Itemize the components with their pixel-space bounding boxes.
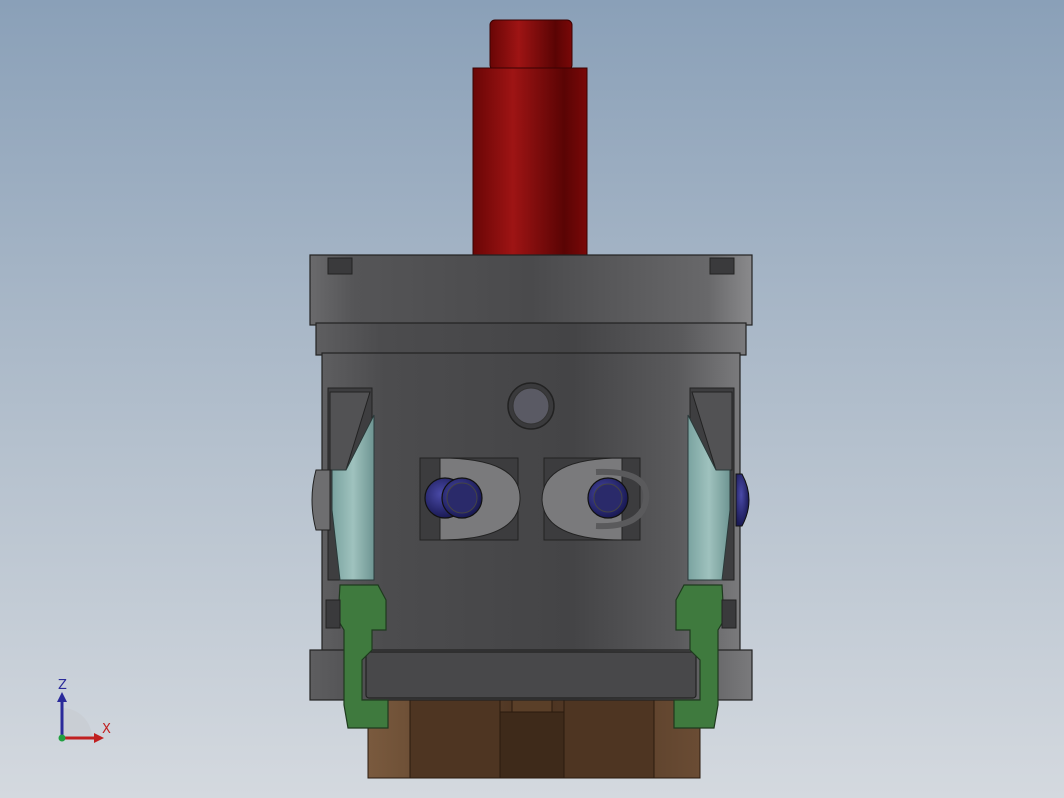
gray-housing[interactable] [309,254,753,701]
x-axis-label: X [102,722,111,737]
brown-base[interactable] [367,699,701,779]
cad-model[interactable] [0,0,1064,798]
orientation-triad [57,692,104,743]
red-shaft[interactable] [472,19,588,259]
cad-viewport[interactable]: Z X [0,0,1064,798]
z-axis-label: Z [58,678,67,693]
